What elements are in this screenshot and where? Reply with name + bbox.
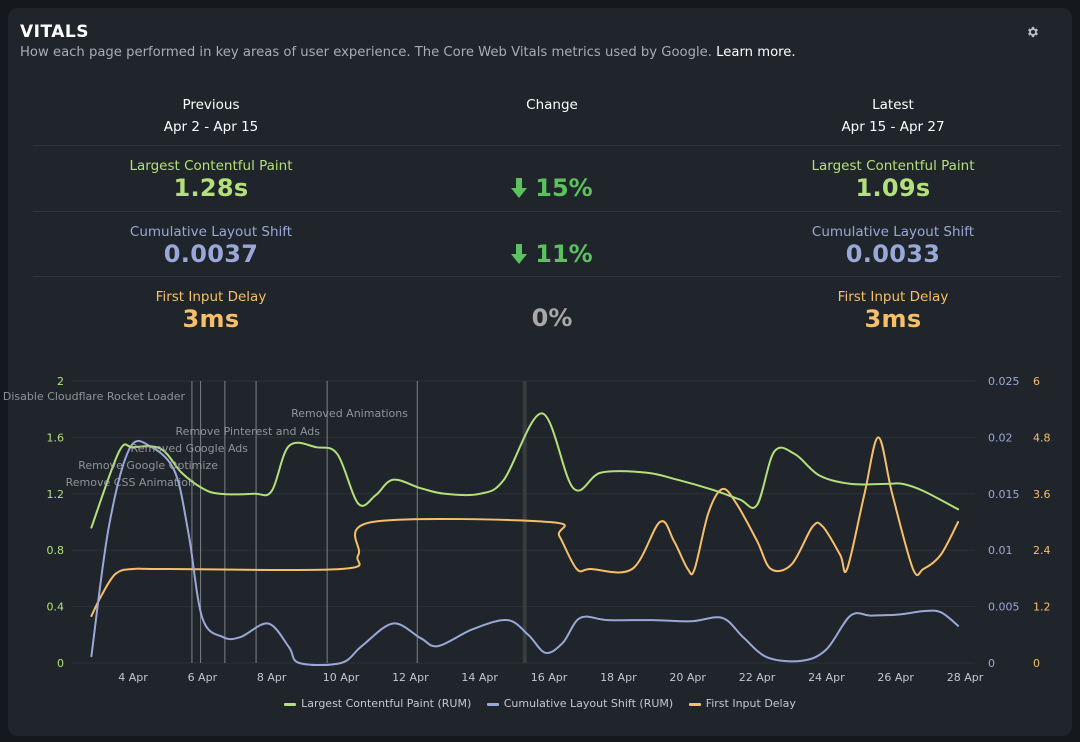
y-tick-label-cls: 0.025: [988, 375, 1020, 388]
x-tick-label: 18 Apr: [600, 671, 637, 684]
y-tick-label-cls: 0.005: [988, 601, 1020, 614]
chart-legend: Largest Contentful Paint (RUM) Cumulativ…: [0, 697, 1080, 710]
y-tick-label-left: 0.4: [47, 601, 65, 614]
legend-swatch-fid: [688, 702, 701, 706]
x-tick-label: 8 Apr: [257, 671, 287, 684]
x-tick-label: 22 Apr: [739, 671, 776, 684]
x-tick-label: 28 Apr: [947, 671, 984, 684]
legend-label: Cumulative Layout Shift (RUM): [503, 697, 674, 710]
annotation-label: Removed Google Ads: [131, 442, 249, 455]
y-tick-label-fid: 6: [1033, 375, 1040, 388]
legend-label: First Input Delay: [705, 697, 796, 710]
x-tick-label: 10 Apr: [323, 671, 360, 684]
vitals-chart: 0 0.4 0.8 1.2 1.6 2 0 0.005 0.01 0.015 0.02 0.025 0 1…: [3, 375, 1051, 684]
y-tick-label-fid: 3.6: [1033, 488, 1051, 501]
x-tick-label: 20 Apr: [669, 671, 706, 684]
legend-swatch-lcp: [284, 702, 297, 706]
legend-item-lcp[interactable]: Largest Contentful Paint (RUM): [284, 697, 471, 710]
x-tick-label: 14 Apr: [461, 671, 498, 684]
legend-item-fid[interactable]: First Input Delay: [688, 697, 796, 710]
y-tick-label-cls: 0.015: [988, 488, 1020, 501]
y-tick-label-left: 1.2: [47, 488, 65, 501]
annotation-label: Disable Cloudflare Rocket Loader: [3, 390, 186, 403]
annotation-label: Remove Google Optimize: [78, 459, 218, 472]
y-tick-label-left: 0.8: [47, 544, 65, 557]
y-tick-label-fid: 0: [1033, 657, 1040, 670]
legend-swatch-cls: [486, 702, 499, 706]
y-tick-label-cls: 0.02: [988, 431, 1013, 444]
annotation-label: Remove Pinterest and Ads: [176, 425, 321, 438]
legend-label: Largest Contentful Paint (RUM): [301, 697, 472, 710]
y-tick-label-fid: 4.8: [1033, 431, 1051, 444]
y-tick-label-left: 2: [57, 375, 64, 388]
annotation-label: Remove CSS Animation: [66, 476, 195, 489]
y-tick-label-fid: 2.4: [1033, 544, 1051, 557]
y-tick-label-left: 0: [57, 657, 64, 670]
x-tick-label: 24 Apr: [808, 671, 845, 684]
legend-item-cls[interactable]: Cumulative Layout Shift (RUM): [486, 697, 674, 710]
annotation-label: Removed Animations: [291, 407, 408, 420]
x-tick-label: 12 Apr: [392, 671, 429, 684]
y-tick-label-cls: 0.01: [988, 544, 1013, 557]
x-tick-label: 26 Apr: [877, 671, 914, 684]
x-tick-label: 4 Apr: [118, 671, 148, 684]
y-tick-label-left: 1.6: [47, 431, 65, 444]
y-tick-label-cls: 0: [988, 657, 995, 670]
x-tick-label: 6 Apr: [188, 671, 218, 684]
y-tick-label-fid: 1.2: [1033, 601, 1051, 614]
x-tick-label: 16 Apr: [531, 671, 568, 684]
